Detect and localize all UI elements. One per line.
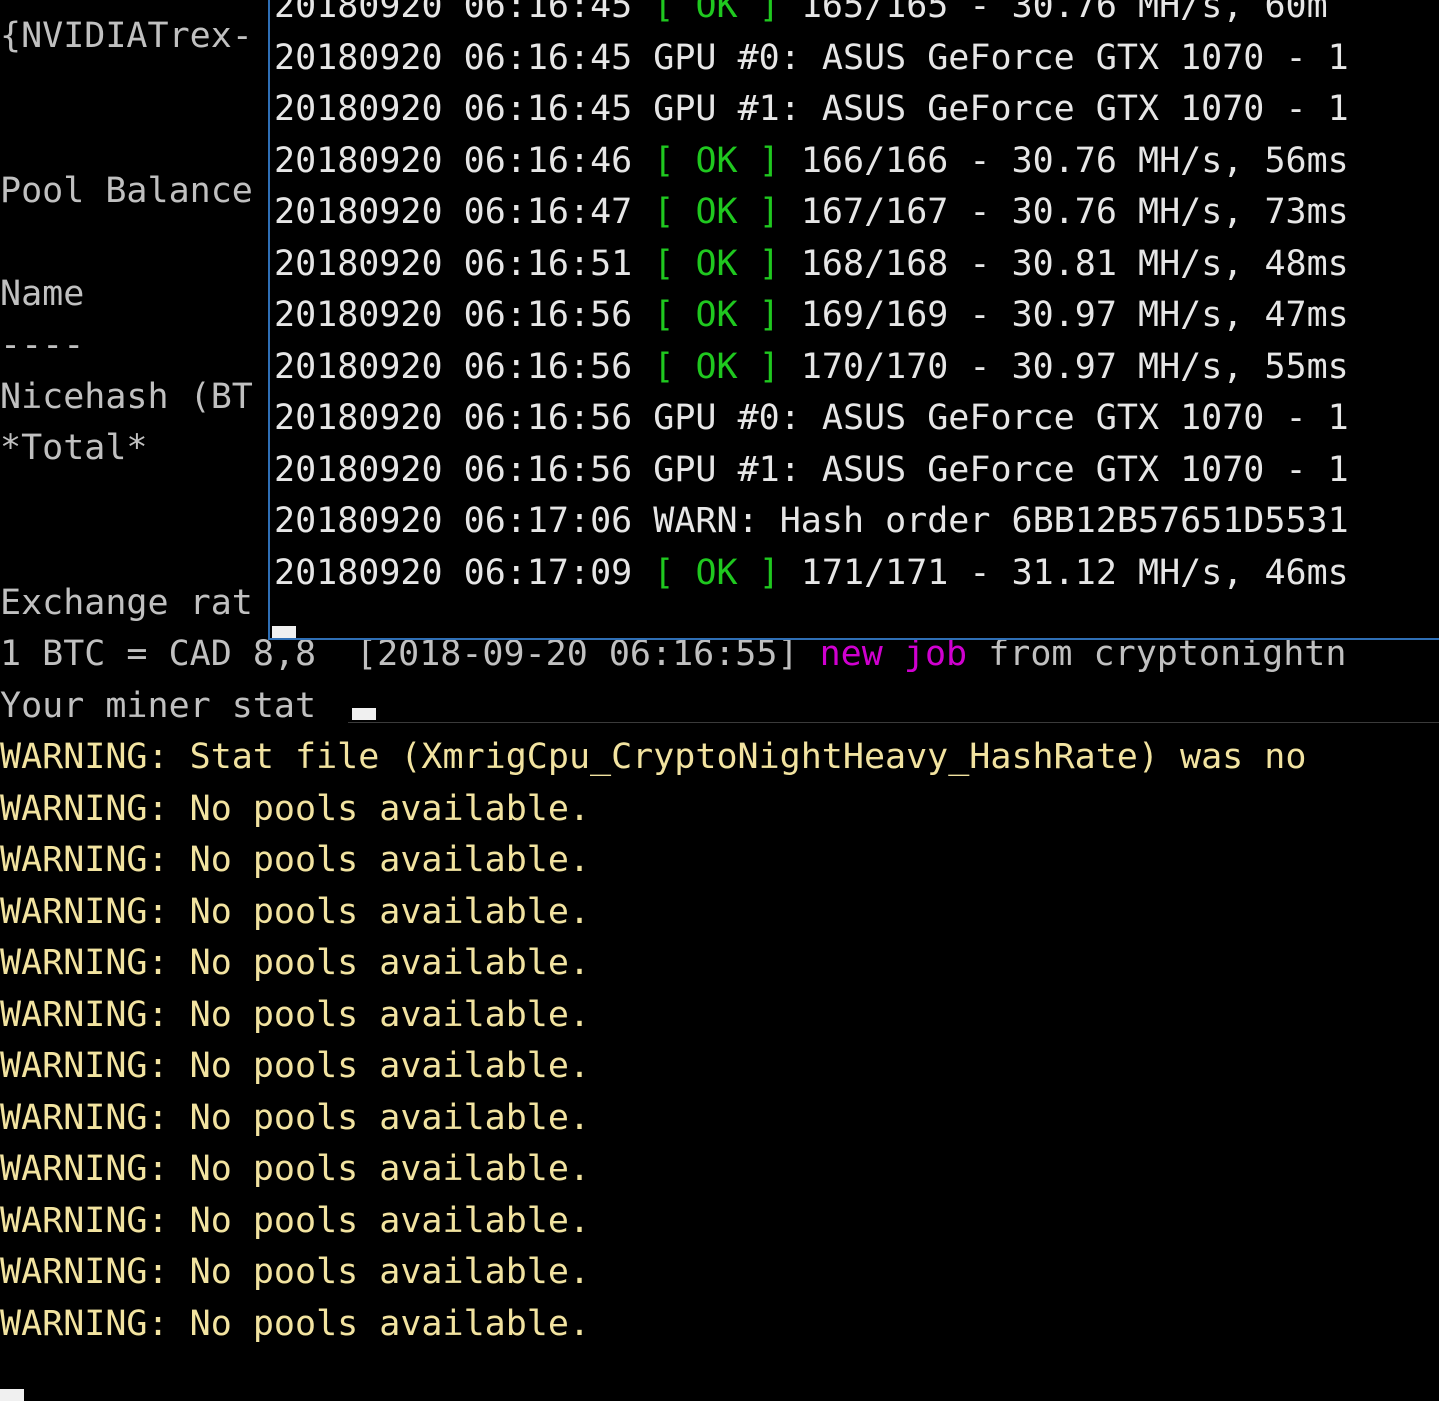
trex-share-accepted-line: 20180920 06:16:45 [ OK ] 165/165 - 30.76…	[274, 0, 1439, 32]
ok-close-bracket: ]	[758, 243, 780, 284]
ok-open-bracket: [	[653, 192, 675, 232]
trex-log-line: 20180920 06:16:56 GPU #1: ASUS GeForce G…	[274, 444, 1439, 496]
log-timestamp: 20180920 06:17:09	[274, 552, 633, 593]
log-timestamp: 20180920 06:16:46	[274, 140, 633, 181]
log-text: 20180920 06:16:45 GPU #0: ASUS GeForce G…	[274, 37, 1349, 78]
ok-open-bracket: [	[653, 552, 675, 593]
warning-line: WARNING: Stat file (XmrigCpu_CryptoNight…	[0, 737, 1307, 777]
share-stats: 170/170 - 30.97 MH/s, 55ms	[800, 346, 1349, 387]
ok-open-bracket: [	[653, 243, 675, 284]
ok-status: OK	[695, 552, 738, 593]
ok-close-bracket: ]	[758, 192, 780, 232]
warning-line: WARNING: No pools available.	[0, 1097, 591, 1138]
ok-open-bracket: [	[653, 140, 675, 181]
ok-close-bracket: ]	[758, 140, 780, 181]
share-stats: 169/169 - 30.97 MH/s, 47ms	[800, 295, 1349, 335]
warning-line: WARNING: No pools available.	[0, 994, 591, 1035]
log-timestamp: 20180920 06:16:56	[274, 346, 633, 387]
log-text: 20180920 06:16:56 GPU #1: ASUS GeForce G…	[274, 449, 1349, 490]
ok-status: OK	[695, 0, 738, 26]
trex-console-window[interactable]: 20180920 06:16:45 [ OK ] 165/165 - 30.76…	[268, 0, 1439, 640]
xmrig-console-cursor	[352, 708, 376, 720]
trex-log-line: 20180920 06:16:56 GPU #0: ASUS GeForce G…	[274, 392, 1439, 444]
log-text: 20180920 06:17:06 WARN: Hash order 6BB12…	[274, 501, 1349, 541]
ok-close-bracket: ]	[758, 295, 780, 335]
trex-console-cursor	[272, 626, 296, 638]
ok-open-bracket: [	[653, 346, 675, 387]
trex-share-accepted-line: 20180920 06:16:56 [ OK ] 169/169 - 30.97…	[274, 289, 1439, 341]
ok-close-bracket: ]	[758, 552, 780, 593]
trex-log-line: 20180920 06:16:45 GPU #1: ASUS GeForce G…	[274, 83, 1439, 135]
warning-line: WARNING: No pools available.	[0, 1252, 591, 1292]
bg-console-cursor	[0, 1389, 24, 1401]
ok-status: OK	[695, 192, 738, 232]
trex-log-line: 20180920 06:16:45 GPU #0: ASUS GeForce G…	[274, 32, 1439, 84]
share-stats: 171/171 - 31.12 MH/s, 46ms	[800, 552, 1349, 593]
ok-status: OK	[695, 243, 738, 284]
ok-open-bracket: [	[653, 295, 675, 335]
ok-status: OK	[695, 346, 738, 387]
log-timestamp: 20180920 06:16:47	[274, 192, 633, 232]
trex-share-accepted-line: 20180920 06:17:09 [ OK ] 171/171 - 31.12…	[274, 547, 1439, 599]
warning-line: WARNING: No pools available.	[0, 891, 591, 932]
log-timestamp: 20180920 06:16:56	[274, 295, 633, 335]
ok-close-bracket: ]	[758, 0, 780, 26]
ok-status: OK	[695, 140, 738, 181]
ok-close-bracket: ]	[758, 346, 780, 387]
trex-share-accepted-line: 20180920 06:16:46 [ OK ] 166/166 - 30.76…	[274, 135, 1439, 187]
share-stats: 168/168 - 30.81 MH/s, 48ms	[800, 243, 1349, 284]
xmrig-console-window[interactable]: [2018-09-20 06:16:55] new job from crypt…	[348, 640, 1439, 723]
log-job-source: from cryptonightn	[988, 640, 1347, 674]
share-stats: 167/167 - 30.76 MH/s, 73ms	[800, 192, 1349, 232]
log-timestamp: [2018-09-20 06:16:55]	[356, 640, 799, 674]
share-stats: 165/165 - 30.76 MH/s, 60m	[800, 0, 1328, 26]
log-timestamp: 20180920 06:16:45	[274, 0, 633, 26]
warning-line: WARNING: No pools available.	[0, 1149, 591, 1189]
xmrig-log-line: [2018-09-20 06:16:55] new job from crypt…	[356, 640, 1346, 680]
ok-status: OK	[695, 295, 738, 335]
log-new-job: new job	[819, 640, 968, 674]
trex-share-accepted-line: 20180920 06:16:51 [ OK ] 168/168 - 30.81…	[274, 238, 1439, 290]
share-stats: 166/166 - 30.76 MH/s, 56ms	[800, 140, 1349, 181]
warning-line: WARNING: No pools available.	[0, 1200, 591, 1241]
warning-line: WARNING: No pools available.	[0, 840, 591, 880]
ok-open-bracket: [	[653, 0, 675, 26]
warning-line: WARNING: No pools available.	[0, 1046, 591, 1086]
warning-line: WARNING: No pools available.	[0, 788, 591, 829]
log-text: 20180920 06:16:56 GPU #0: ASUS GeForce G…	[274, 398, 1349, 438]
warning-line: WARNING: No pools available.	[0, 943, 591, 983]
trex-log-line: 20180920 06:17:06 WARN: Hash order 6BB12…	[274, 495, 1439, 547]
warning-line: WARNING: No pools available.	[0, 1303, 591, 1344]
log-timestamp: 20180920 06:16:51	[274, 243, 633, 284]
trex-share-accepted-line: 20180920 06:16:47 [ OK ] 167/167 - 30.76…	[274, 186, 1439, 238]
log-text: 20180920 06:16:45 GPU #1: ASUS GeForce G…	[274, 89, 1349, 129]
trex-share-accepted-line: 20180920 06:16:56 [ OK ] 170/170 - 30.97…	[274, 341, 1439, 393]
